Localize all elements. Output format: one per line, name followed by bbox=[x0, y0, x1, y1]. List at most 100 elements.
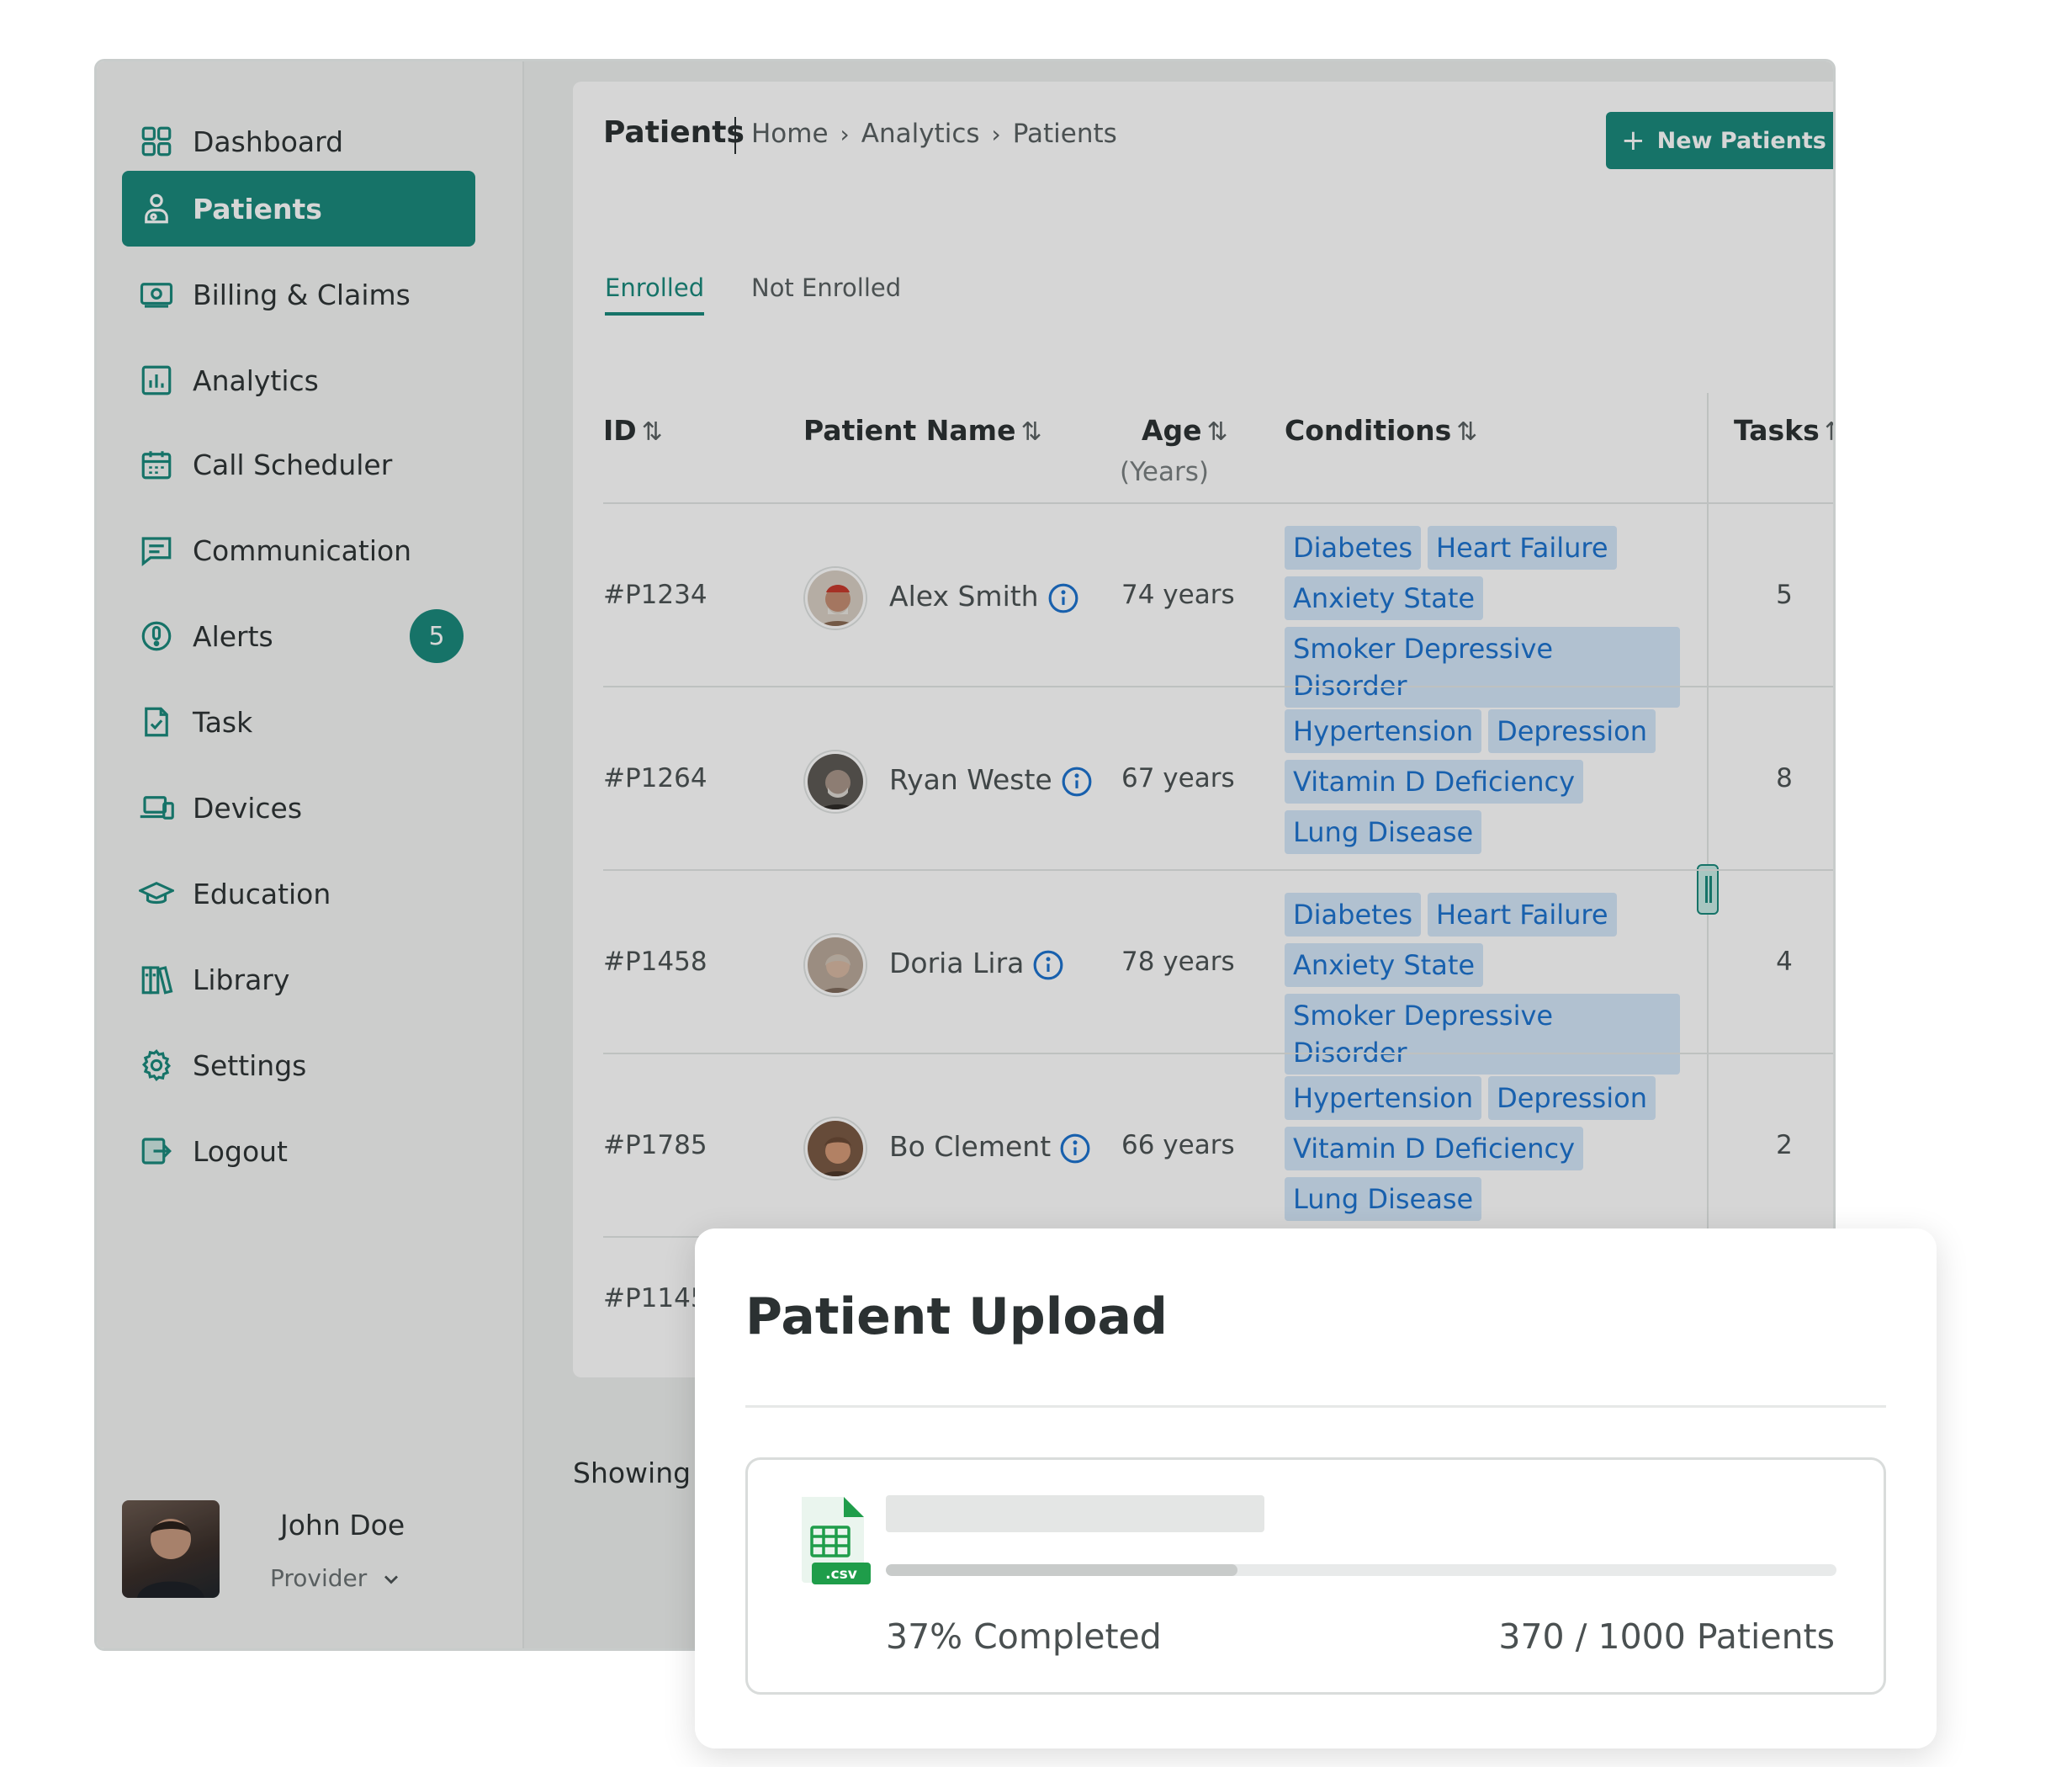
avatar bbox=[805, 751, 866, 812]
sidebar-item-communication[interactable]: Communication bbox=[122, 512, 475, 588]
sidebar-item-label: Call Scheduler bbox=[193, 448, 393, 481]
patient-id: #P1785 bbox=[603, 1130, 707, 1160]
sidebar-item-analytics[interactable]: Analytics bbox=[122, 342, 475, 418]
sidebar: Dashboard Patients Billing & Claims Anal… bbox=[97, 61, 524, 1648]
column-header-patient-name[interactable]: Patient Name ⇅ bbox=[803, 414, 1042, 447]
avatar bbox=[805, 935, 866, 995]
column-header-conditions[interactable]: Conditions ⇅ bbox=[1285, 414, 1477, 447]
patient-name[interactable]: Doria Lira bbox=[889, 947, 1064, 981]
breadcrumb-analytics[interactable]: Analytics bbox=[861, 119, 980, 149]
patient-name[interactable]: Bo Clement bbox=[889, 1130, 1091, 1165]
analytics-icon bbox=[141, 365, 172, 395]
dialog-title: Patient Upload bbox=[745, 1287, 1168, 1346]
column-header-age[interactable]: Age ⇅ bbox=[1142, 414, 1228, 447]
upload-progress-bar bbox=[886, 1564, 1836, 1576]
condition-chip: Heart Failure bbox=[1428, 526, 1617, 570]
sidebar-item-billing[interactable]: Billing & Claims bbox=[122, 257, 475, 332]
task-count: 2 bbox=[1776, 1130, 1793, 1160]
condition-chip: Vitamin D Deficiency bbox=[1285, 1127, 1584, 1170]
column-header-tasks[interactable]: Tasks⇅ bbox=[1734, 414, 1833, 447]
info-icon[interactable] bbox=[1047, 582, 1079, 614]
patient-id: #P1234 bbox=[603, 580, 707, 610]
breadcrumb-home[interactable]: Home bbox=[751, 119, 829, 149]
profile-role-dropdown[interactable]: Provider bbox=[270, 1564, 403, 1592]
condition-chip: Anxiety State bbox=[1285, 943, 1484, 987]
patient-name[interactable]: Alex Smith bbox=[889, 580, 1079, 614]
sort-icon: ⇅ bbox=[1825, 417, 1833, 447]
plus-icon: + bbox=[1621, 124, 1645, 157]
condition-list: Diabetes Heart Failure Anxiety State Smo… bbox=[1285, 526, 1680, 708]
condition-chip: Anxiety State bbox=[1285, 576, 1484, 620]
billing-icon bbox=[140, 283, 173, 308]
patient-icon bbox=[145, 194, 168, 224]
sidebar-item-alerts[interactable]: Alerts 5 bbox=[122, 598, 475, 674]
condition-chip: Diabetes bbox=[1285, 893, 1422, 937]
avatar bbox=[805, 1118, 866, 1179]
title-divider bbox=[734, 117, 736, 154]
table-row[interactable]: #P1234 Alex Smith 74 years Diabetes Hear… bbox=[573, 502, 1833, 708]
sidebar-item-label: Alerts bbox=[193, 619, 273, 653]
progress-count: 370 / 1000 Patients bbox=[1498, 1616, 1835, 1657]
sidebar-item-label: Patients bbox=[193, 192, 322, 226]
condition-chip: Depression bbox=[1488, 709, 1656, 753]
sidebar-item-label: Education bbox=[193, 877, 331, 910]
patient-age: 74 years bbox=[1121, 580, 1235, 610]
sidebar-item-library[interactable]: Library bbox=[122, 942, 475, 1017]
sidebar-item-task[interactable]: Task bbox=[122, 684, 475, 760]
sort-icon: ⇅ bbox=[1456, 417, 1478, 447]
condition-chip: Depression bbox=[1488, 1076, 1656, 1120]
condition-list: Diabetes Heart Failure Anxiety State Smo… bbox=[1285, 893, 1680, 1075]
sort-icon: ⇅ bbox=[641, 417, 663, 447]
sidebar-item-education[interactable]: Education bbox=[122, 856, 475, 931]
sidebar-item-label: Devices bbox=[193, 791, 303, 825]
column-header-id[interactable]: ID ⇅ bbox=[603, 414, 663, 447]
sidebar-item-patients[interactable]: Patients bbox=[122, 171, 475, 247]
patient-upload-dialog: Patient Upload .csv 37% Completed 370 / … bbox=[695, 1228, 1937, 1748]
new-patients-button[interactable]: + New Patients bbox=[1606, 112, 1833, 169]
condition-chip: Hypertension bbox=[1285, 1076, 1482, 1120]
table-row[interactable]: #P1264 Ryan Weste 67 years Hypertension … bbox=[573, 686, 1833, 869]
chevron-down-icon bbox=[384, 1575, 399, 1584]
avatar bbox=[805, 568, 866, 629]
task-count: 5 bbox=[1776, 580, 1793, 610]
info-icon[interactable] bbox=[1061, 766, 1093, 798]
calendar-icon bbox=[141, 451, 172, 480]
task-count: 4 bbox=[1776, 947, 1793, 977]
tab-not-enrolled[interactable]: Not Enrolled bbox=[751, 273, 901, 312]
condition-chip: Lung Disease bbox=[1285, 1177, 1482, 1221]
pagination-summary: Showing bbox=[573, 1457, 692, 1489]
info-icon[interactable] bbox=[1032, 949, 1064, 981]
task-icon bbox=[145, 707, 168, 737]
breadcrumb-patients: Patients bbox=[1012, 119, 1117, 149]
condition-list: Hypertension Depression Vitamin D Defici… bbox=[1285, 1076, 1680, 1221]
chevron-right-icon: › bbox=[991, 119, 1001, 148]
sort-icon: ⇅ bbox=[1206, 417, 1228, 447]
upload-progress-fill bbox=[886, 1564, 1238, 1576]
sidebar-item-label: Dashboard bbox=[193, 125, 344, 158]
education-icon bbox=[139, 882, 174, 905]
avatar bbox=[122, 1500, 220, 1598]
table-row[interactable]: #P1785 Bo Clement 66 years Hypertension … bbox=[573, 1053, 1833, 1236]
gear-icon bbox=[141, 1049, 172, 1081]
dashboard-icon bbox=[141, 126, 172, 157]
table-row[interactable]: #P1458 Doria Lira 78 years Diabetes Hear… bbox=[573, 869, 1833, 1075]
patient-age: 67 years bbox=[1121, 763, 1235, 793]
sidebar-item-dashboard[interactable]: Dashboard bbox=[122, 103, 475, 179]
sidebar-item-call-scheduler[interactable]: Call Scheduler bbox=[122, 427, 475, 502]
alerts-count-badge: 5 bbox=[410, 609, 464, 663]
info-icon[interactable] bbox=[1059, 1133, 1091, 1165]
patient-name[interactable]: Ryan Weste bbox=[889, 763, 1093, 798]
patient-id: #P1264 bbox=[603, 763, 707, 793]
sidebar-item-label: Task bbox=[193, 705, 253, 739]
sidebar-item-settings[interactable]: Settings bbox=[122, 1027, 475, 1103]
condition-chip: Lung Disease bbox=[1285, 810, 1482, 854]
sidebar-item-label: Billing & Claims bbox=[193, 278, 411, 311]
dialog-divider bbox=[745, 1405, 1886, 1408]
tab-enrolled[interactable]: Enrolled bbox=[605, 273, 705, 316]
sidebar-item-devices[interactable]: Devices bbox=[122, 770, 475, 846]
sidebar-item-logout[interactable]: Logout bbox=[122, 1113, 475, 1189]
condition-chip: Heart Failure bbox=[1428, 893, 1617, 937]
file-name-placeholder bbox=[886, 1495, 1264, 1532]
sidebar-item-label: Settings bbox=[193, 1048, 307, 1082]
user-profile[interactable]: John Doe Provider bbox=[122, 1500, 492, 1601]
